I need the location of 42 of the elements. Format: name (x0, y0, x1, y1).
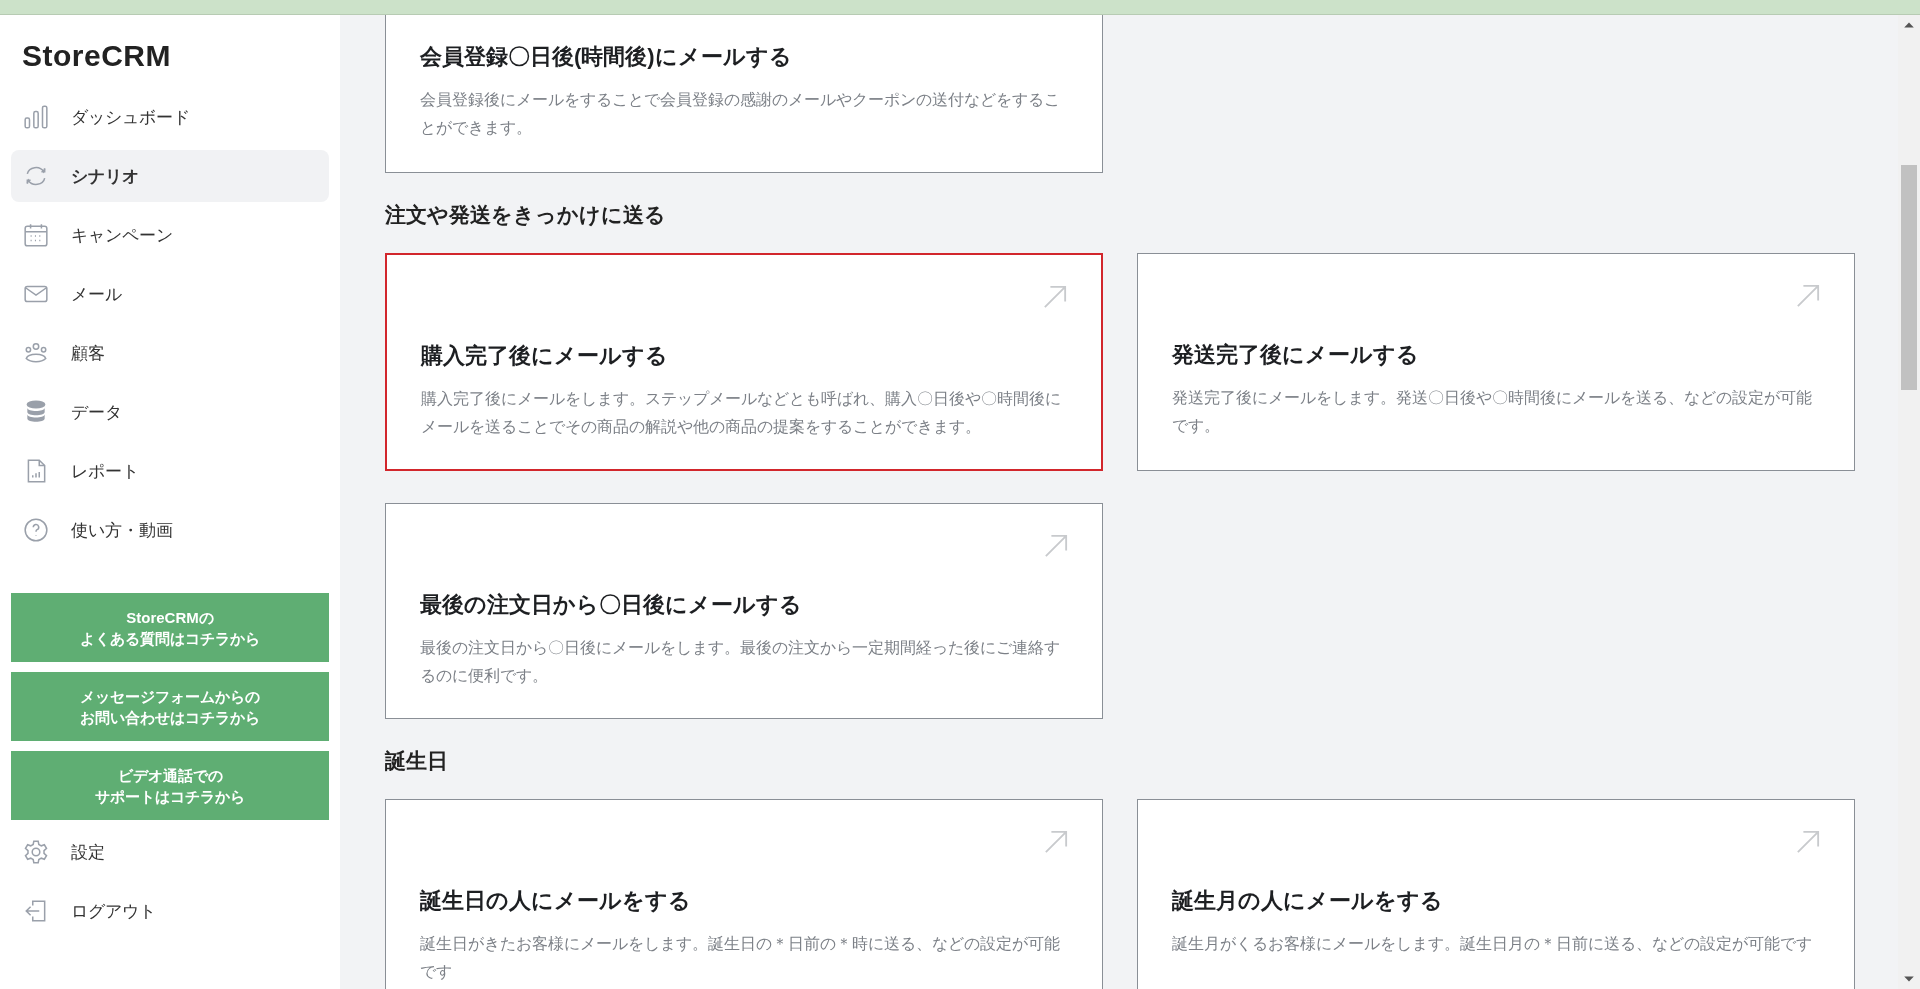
nav-item[interactable]: シナリオ (11, 150, 329, 202)
section-heading: 誕生日 (385, 748, 449, 774)
arrow-icon (1044, 534, 1068, 558)
card-description: 発送完了後にメールをします。発送〇日後や〇時間後にメールを送る、などの設定が可能です。 (1172, 388, 1813, 436)
nav-item[interactable]: ダッシュボード (11, 91, 329, 143)
card-description: 会員登録後にメールをすることで会員登録の感謝のメールやクーポンの送付などをすることができます。 (420, 90, 1061, 138)
scenario-card[interactable]: 最後の注文日から〇日後にメールする 最後の注文日から〇日後にメールをします。最後の注文から一定期間経った後にご連絡するのに便利です。 (385, 503, 1103, 719)
card-description: 誕生月がくるお客様にメールをします。誕生日月の＊日前に送る、などの設定が可能です (1172, 934, 1813, 954)
nav-item[interactable]: キャンペーン (11, 209, 329, 261)
card-title: 購入完了後にメールする (421, 342, 669, 370)
card-title: 誕生日の人にメールをする (420, 887, 692, 915)
card-title: 発送完了後にメールする (1172, 341, 1420, 369)
nav-item[interactable]: 顧客 (11, 327, 329, 379)
card-description: 誕生日がきたお客様にメールをします。誕生日の＊日前の＊時に送る、などの設定が可能です (420, 934, 1061, 982)
card-description: 購入完了後にメールをします。ステップメールなどとも呼ばれ、購入〇日後や〇時間後にメールを送ることでその商品の解説や他の商品の提案をすることができます。 (421, 389, 1062, 437)
settings-icon (23, 839, 49, 865)
nav-item[interactable]: 使い方・動画 (11, 504, 329, 556)
nav-item[interactable]: 設定 (11, 826, 329, 878)
scenario-card[interactable]: 購入完了後にメールする 購入完了後にメールをします。ステップメールなどとも呼ばれ、購入〇日後や〇時間後にメールを送ることでその商品の解説や他の商品の提案をすることができます。 (385, 253, 1103, 471)
arrow-icon (1043, 285, 1067, 309)
card-title: 会員登録〇日後(時間後)にメールする (420, 43, 793, 71)
nav-item[interactable]: データ (11, 386, 329, 438)
calendar-icon (23, 222, 49, 248)
card-title: 誕生月の人にメールをする (1172, 887, 1444, 915)
arrow-icon (1044, 830, 1068, 854)
scenario-card[interactable]: 会員登録〇日後(時間後)にメールする 会員登録後にメールをすることで会員登録の感謝のメールやクーポンの送付などをすることができます。 (385, 15, 1103, 173)
bar-chart-icon (23, 104, 49, 130)
arrow-icon (1796, 830, 1820, 854)
arrow-icon (1796, 284, 1820, 308)
scenario-card[interactable]: 誕生月の人にメールをする 誕生月がくるお客様にメールをします。誕生日月の＊日前に送る、などの設定が可能です (1137, 799, 1855, 989)
card-title: 最後の注文日から〇日後にメールする (420, 591, 803, 619)
scrollbar[interactable] (1898, 15, 1920, 989)
nav-item[interactable]: レポート (11, 445, 329, 497)
scenario-card[interactable]: 発送完了後にメールする 発送完了後にメールをします。発送〇日後や〇時間後にメールを送る、などの設定が可能です。 (1137, 253, 1855, 471)
scenario-card[interactable]: 誕生日の人にメールをする 誕生日がきたお客様にメールをします。誕生日の＊日前の＊時に送る、などの設定が可能です (385, 799, 1103, 989)
help-icon (23, 517, 49, 543)
logo: StoreCRM (21, 39, 172, 73)
nav-item[interactable]: メール (11, 268, 329, 320)
nav-item[interactable]: ログアウト (11, 885, 329, 937)
scrollbar-thumb[interactable] (1901, 165, 1917, 390)
card-description: 最後の注文日から〇日後にメールをします。最後の注文から一定期間経った後にご連絡するのに便利です。 (420, 638, 1061, 686)
section-heading: 注文や発送をきっかけに送る (385, 202, 667, 228)
